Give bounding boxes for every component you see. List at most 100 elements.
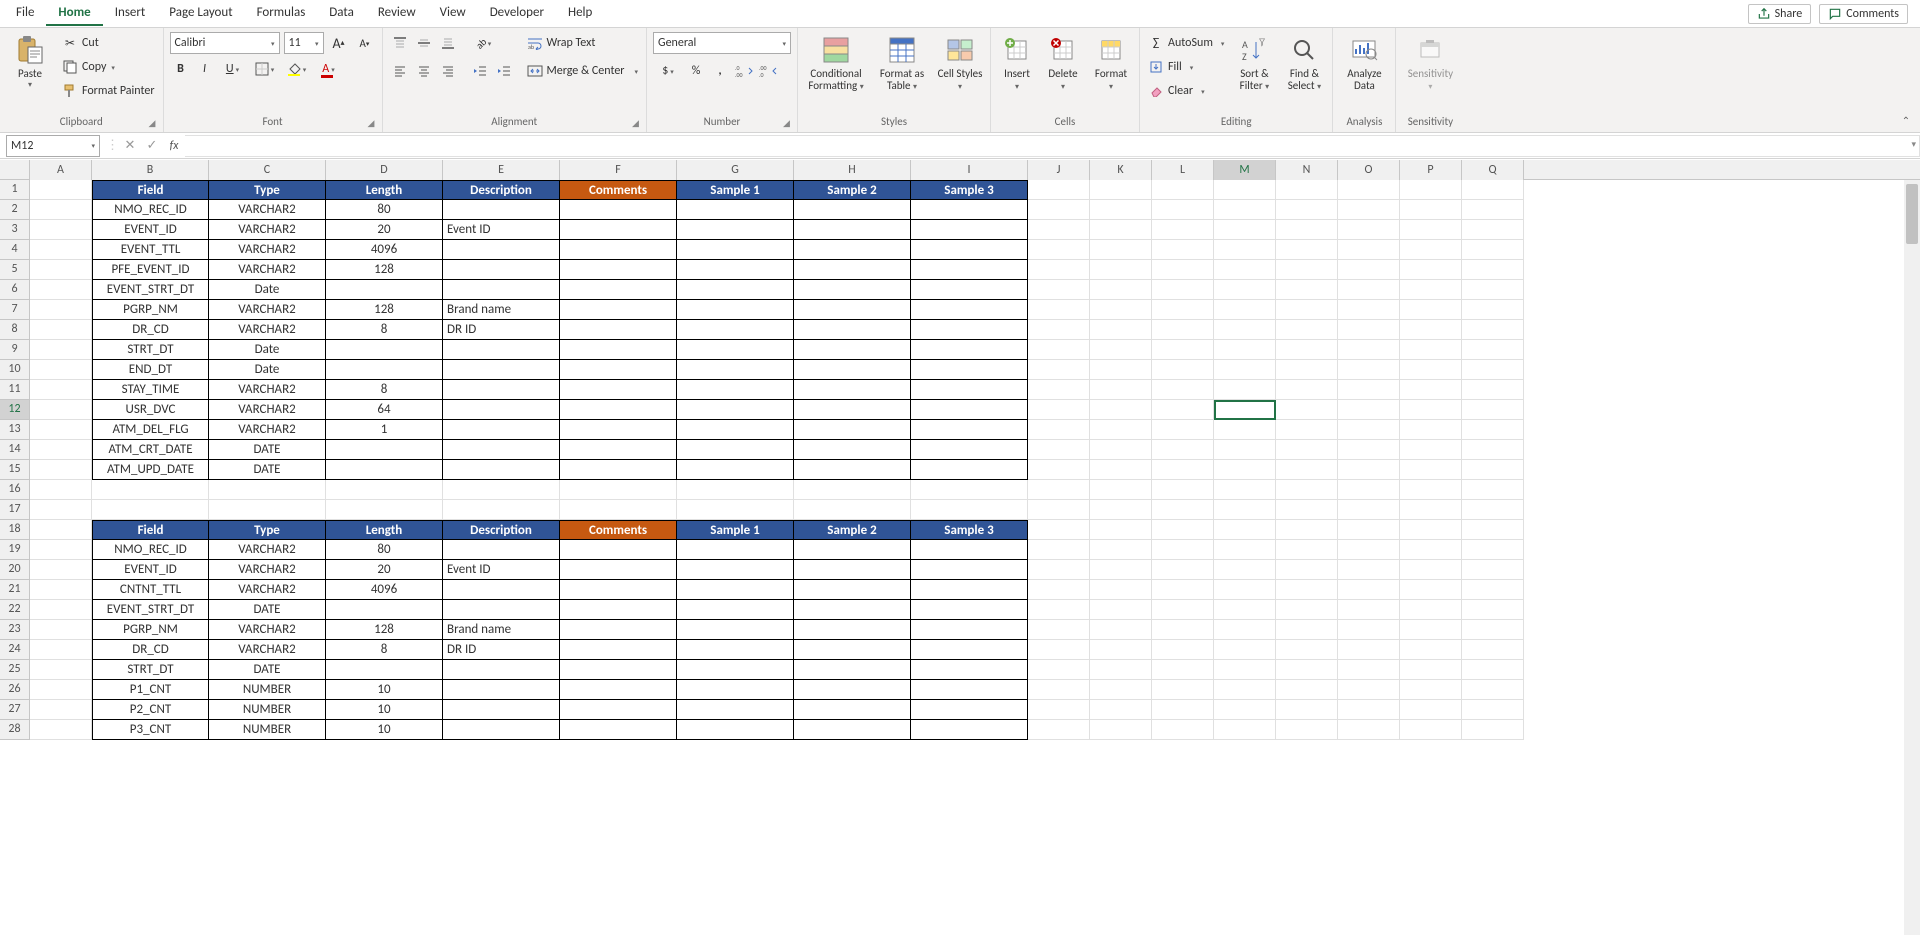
cell-H22[interactable]	[794, 600, 911, 620]
cell-L11[interactable]	[1152, 380, 1214, 400]
cell-H13[interactable]	[794, 420, 911, 440]
cell-H2[interactable]	[794, 200, 911, 220]
cell-F25[interactable]	[560, 660, 677, 680]
cell-G13[interactable]	[677, 420, 794, 440]
cell-N3[interactable]	[1276, 220, 1338, 240]
cell-H5[interactable]	[794, 260, 911, 280]
cell-L21[interactable]	[1152, 580, 1214, 600]
cell-B13[interactable]: ATM_DEL_FLG	[92, 420, 209, 440]
cell-I3[interactable]	[911, 220, 1028, 240]
cell-Q9[interactable]	[1462, 340, 1524, 360]
cell-F19[interactable]	[560, 540, 677, 560]
accounting-format-button[interactable]: $▾	[653, 60, 683, 82]
cell-N15[interactable]	[1276, 460, 1338, 480]
cell-B3[interactable]: EVENT_ID	[92, 220, 209, 240]
row-header-5[interactable]: 5	[0, 260, 30, 280]
cell-M1[interactable]	[1214, 180, 1276, 200]
cell-O11[interactable]	[1338, 380, 1400, 400]
increase-font-button[interactable]: A▴	[328, 32, 350, 54]
conditional-formatting-button[interactable]: Conditional Formatting ▾	[804, 32, 868, 104]
cell-M16[interactable]	[1214, 480, 1276, 500]
cell-O26[interactable]	[1338, 680, 1400, 700]
cell-I28[interactable]	[911, 720, 1028, 740]
cell-N27[interactable]	[1276, 700, 1338, 720]
cell-D17[interactable]	[326, 500, 443, 520]
row-header-17[interactable]: 17	[0, 500, 30, 520]
cell-G7[interactable]	[677, 300, 794, 320]
cell-B21[interactable]: CNTNT_TTL	[92, 580, 209, 600]
cell-L6[interactable]	[1152, 280, 1214, 300]
cell-I13[interactable]	[911, 420, 1028, 440]
share-button[interactable]: Share	[1748, 4, 1812, 24]
cell-B19[interactable]: NMO_REC_ID	[92, 540, 209, 560]
cell-L28[interactable]	[1152, 720, 1214, 740]
cell-I8[interactable]	[911, 320, 1028, 340]
cell-P20[interactable]	[1400, 560, 1462, 580]
cell-M12[interactable]	[1214, 400, 1276, 420]
cell-E1[interactable]: Description	[443, 180, 560, 200]
cell-P28[interactable]	[1400, 720, 1462, 740]
cell-E8[interactable]: DR ID	[443, 320, 560, 340]
cell-A19[interactable]	[30, 540, 92, 560]
cell-K18[interactable]	[1090, 520, 1152, 540]
cell-O25[interactable]	[1338, 660, 1400, 680]
cell-A15[interactable]	[30, 460, 92, 480]
cell-H23[interactable]	[794, 620, 911, 640]
cell-K10[interactable]	[1090, 360, 1152, 380]
cell-C24[interactable]: VARCHAR2	[209, 640, 326, 660]
cell-D3[interactable]: 20	[326, 220, 443, 240]
cell-K27[interactable]	[1090, 700, 1152, 720]
cell-P4[interactable]	[1400, 240, 1462, 260]
cell-I19[interactable]	[911, 540, 1028, 560]
cell-K2[interactable]	[1090, 200, 1152, 220]
cell-H17[interactable]	[794, 500, 911, 520]
cell-B7[interactable]: PGRP_NM	[92, 300, 209, 320]
cell-P2[interactable]	[1400, 200, 1462, 220]
merge-center-button[interactable]: Merge & Center▾	[525, 60, 641, 82]
cell-N2[interactable]	[1276, 200, 1338, 220]
cell-N19[interactable]	[1276, 540, 1338, 560]
column-header-L[interactable]: L	[1152, 160, 1214, 180]
cell-A21[interactable]	[30, 580, 92, 600]
cell-I7[interactable]	[911, 300, 1028, 320]
column-header-O[interactable]: O	[1338, 160, 1400, 180]
cell-A20[interactable]	[30, 560, 92, 580]
row-header-6[interactable]: 6	[0, 280, 30, 300]
decrease-decimal-button[interactable]: .00.0	[757, 60, 779, 82]
cell-Q6[interactable]	[1462, 280, 1524, 300]
cell-E6[interactable]	[443, 280, 560, 300]
cell-N7[interactable]	[1276, 300, 1338, 320]
bold-button[interactable]: B	[170, 58, 192, 80]
row-header-20[interactable]: 20	[0, 560, 30, 580]
cell-K11[interactable]	[1090, 380, 1152, 400]
cell-C28[interactable]: NUMBER	[209, 720, 326, 740]
align-center-button[interactable]	[413, 60, 435, 82]
column-header-K[interactable]: K	[1090, 160, 1152, 180]
cell-M6[interactable]	[1214, 280, 1276, 300]
font-size-select[interactable]: 11▾	[284, 32, 324, 54]
cell-H21[interactable]	[794, 580, 911, 600]
cell-I17[interactable]	[911, 500, 1028, 520]
column-header-H[interactable]: H	[794, 160, 911, 180]
cell-I6[interactable]	[911, 280, 1028, 300]
cell-Q13[interactable]	[1462, 420, 1524, 440]
cell-F1[interactable]: Comments	[560, 180, 677, 200]
cell-H11[interactable]	[794, 380, 911, 400]
cell-E14[interactable]	[443, 440, 560, 460]
cell-L1[interactable]	[1152, 180, 1214, 200]
cell-K6[interactable]	[1090, 280, 1152, 300]
cell-D11[interactable]: 8	[326, 380, 443, 400]
cell-A11[interactable]	[30, 380, 92, 400]
cell-L8[interactable]	[1152, 320, 1214, 340]
vertical-scrollbar[interactable]	[1904, 180, 1920, 935]
row-header-28[interactable]: 28	[0, 720, 30, 740]
cell-Q16[interactable]	[1462, 480, 1524, 500]
cell-N18[interactable]	[1276, 520, 1338, 540]
sort-filter-button[interactable]: AZ Sort & Filter ▾	[1232, 32, 1276, 104]
cell-P11[interactable]	[1400, 380, 1462, 400]
cell-J18[interactable]	[1028, 520, 1090, 540]
cell-N16[interactable]	[1276, 480, 1338, 500]
cell-L4[interactable]	[1152, 240, 1214, 260]
cell-Q5[interactable]	[1462, 260, 1524, 280]
cell-G25[interactable]	[677, 660, 794, 680]
